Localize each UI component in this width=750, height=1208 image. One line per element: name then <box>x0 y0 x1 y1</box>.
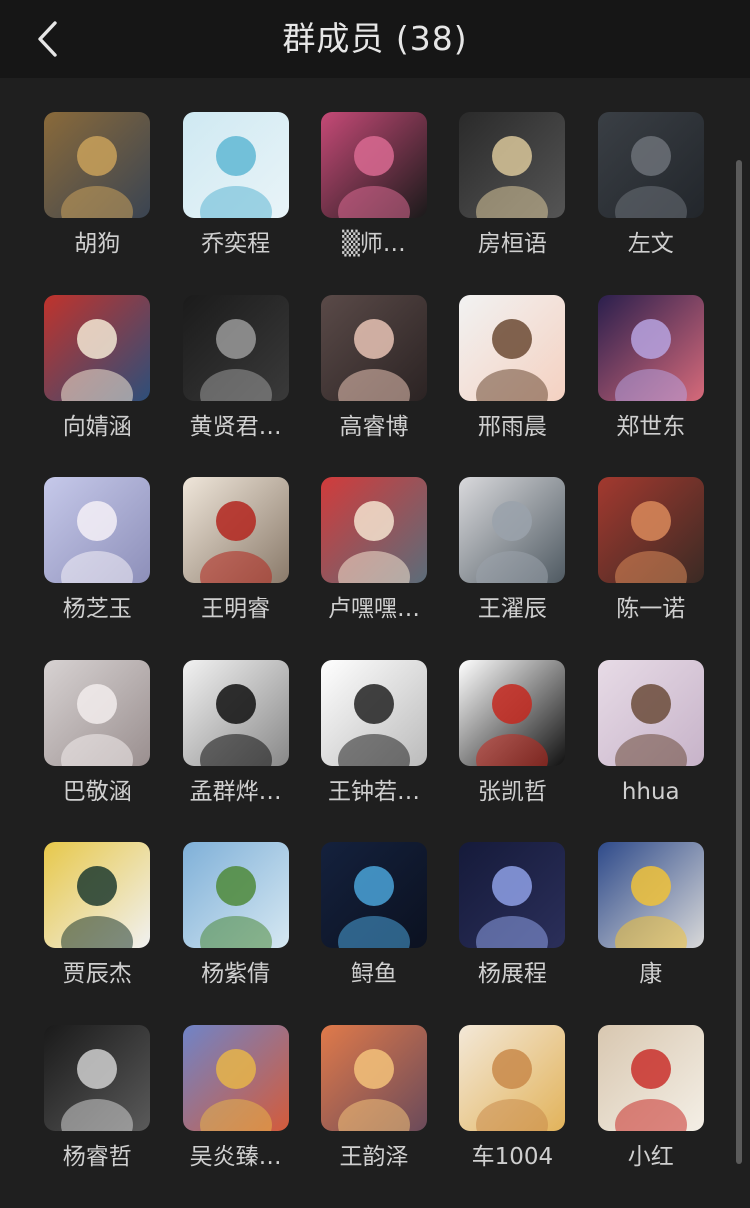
member-item[interactable]: 杨芝玉 <box>28 477 166 660</box>
member-name: 高睿博 <box>339 413 409 440</box>
member-avatar[interactable] <box>459 112 566 218</box>
member-name: hhua <box>621 778 680 805</box>
member-item[interactable]: 巴敬涵 <box>28 659 166 843</box>
member-item[interactable]: 胡狗 <box>28 112 166 295</box>
member-item[interactable]: 车1004 <box>443 1024 581 1208</box>
member-name: 王韵泽 <box>339 1143 409 1170</box>
member-item[interactable]: 王明睿 <box>166 477 304 660</box>
top-bar: 群成员 (38) <box>0 0 750 78</box>
member-grid: 胡狗 乔奕程 ▒师… 房桓语 左文向婧涵 黄贤君… 高睿博 邢雨晨 郑世东杨芝玉 王明睿 卢嘿嘿… 王… <box>28 112 721 1208</box>
member-name: 杨展程 <box>477 961 547 988</box>
member-avatar[interactable] <box>44 294 151 401</box>
member-name: 杨睿哲 <box>62 1143 132 1170</box>
member-name: 王濯辰 <box>477 596 547 623</box>
member-name: 杨紫倩 <box>201 961 271 988</box>
member-avatar[interactable] <box>597 1024 704 1131</box>
member-name: 王明睿 <box>201 596 271 623</box>
page-title: 群成员 (38) <box>282 19 468 58</box>
member-item[interactable]: 康 <box>582 842 720 1025</box>
member-item[interactable]: 小红 <box>582 1024 720 1208</box>
member-item[interactable]: 郑世东 <box>582 294 720 478</box>
member-name: 贾辰杰 <box>62 961 132 988</box>
member-name: 张凯哲 <box>477 778 547 805</box>
member-avatar[interactable] <box>597 842 704 949</box>
member-avatar[interactable] <box>182 659 289 766</box>
member-item[interactable]: 王钟若… <box>305 659 443 843</box>
member-avatar[interactable] <box>320 1024 427 1131</box>
member-name: 王钟若… <box>327 778 420 805</box>
member-name: 陈一诺 <box>616 596 686 623</box>
member-name: 胡狗 <box>74 231 121 257</box>
member-name: 邢雨晨 <box>477 413 547 440</box>
member-name: 杨芝玉 <box>62 596 132 623</box>
member-name: 房桓语 <box>477 231 547 257</box>
member-avatar[interactable] <box>182 112 289 218</box>
member-avatar[interactable] <box>320 477 427 584</box>
member-name: 吴炎臻… <box>189 1143 282 1170</box>
member-item[interactable]: 陈一诺 <box>582 477 720 660</box>
member-name: 向婧涵 <box>62 413 132 440</box>
member-item[interactable]: 邢雨晨 <box>443 294 581 478</box>
member-name: 左文 <box>627 231 674 257</box>
member-name: ▒师… <box>342 231 406 257</box>
member-item[interactable]: 王濯辰 <box>443 477 581 660</box>
member-name: 车1004 <box>471 1143 554 1170</box>
member-name: 巴敬涵 <box>62 778 132 805</box>
member-name: 康 <box>639 961 663 988</box>
member-avatar[interactable] <box>459 842 566 949</box>
member-item[interactable]: 向婧涵 <box>28 294 166 478</box>
member-name: 卢嘿嘿… <box>327 596 420 623</box>
member-avatar[interactable] <box>320 294 427 401</box>
member-avatar[interactable] <box>597 659 704 766</box>
member-item[interactable]: 杨展程 <box>443 842 581 1025</box>
member-item[interactable]: 左文 <box>582 112 720 295</box>
member-avatar[interactable] <box>320 659 427 766</box>
member-avatar[interactable] <box>44 842 151 949</box>
member-avatar[interactable] <box>320 112 427 218</box>
member-item[interactable]: 孟群烨… <box>166 659 304 843</box>
member-avatar[interactable] <box>597 112 704 218</box>
member-item[interactable]: 王韵泽 <box>305 1024 443 1208</box>
member-avatar[interactable] <box>182 842 289 949</box>
member-item[interactable]: 张凯哲 <box>443 659 581 843</box>
member-name: 鲟鱼 <box>350 961 397 988</box>
member-item[interactable]: 鲟鱼 <box>305 842 443 1025</box>
member-item[interactable]: 贾辰杰 <box>28 842 166 1025</box>
member-name: 小红 <box>627 1143 674 1170</box>
member-item[interactable]: 吴炎臻… <box>166 1024 304 1208</box>
member-avatar[interactable] <box>182 1024 289 1131</box>
member-avatar[interactable] <box>44 659 151 766</box>
member-name: 郑世东 <box>616 413 686 440</box>
member-avatar[interactable] <box>459 477 566 584</box>
member-item[interactable]: 卢嘿嘿… <box>305 477 443 660</box>
member-name: 孟群烨… <box>189 778 282 805</box>
member-avatar[interactable] <box>459 294 566 401</box>
member-item[interactable]: hhua <box>582 659 720 843</box>
member-item[interactable]: 房桓语 <box>443 112 581 295</box>
member-avatar[interactable] <box>44 1024 151 1131</box>
member-name: 乔奕程 <box>201 231 271 257</box>
member-item[interactable]: 黄贤君… <box>166 294 304 478</box>
member-item[interactable]: 杨紫倩 <box>166 842 304 1025</box>
member-item[interactable]: 杨睿哲 <box>28 1024 166 1208</box>
member-item[interactable]: 高睿博 <box>305 294 443 478</box>
member-avatar[interactable] <box>182 477 289 584</box>
member-avatar[interactable] <box>44 477 151 584</box>
member-avatar[interactable] <box>320 842 427 949</box>
member-avatar[interactable] <box>459 1024 566 1131</box>
member-avatar[interactable] <box>597 294 704 401</box>
member-name: 黄贤君… <box>189 413 282 440</box>
scrollbar[interactable] <box>736 160 742 1164</box>
member-avatar[interactable] <box>459 659 566 766</box>
member-avatar[interactable] <box>44 112 151 218</box>
member-item[interactable]: ▒师… <box>305 112 443 295</box>
member-avatar[interactable] <box>597 477 704 584</box>
member-item[interactable]: 乔奕程 <box>166 112 304 295</box>
member-avatar[interactable] <box>182 294 289 401</box>
